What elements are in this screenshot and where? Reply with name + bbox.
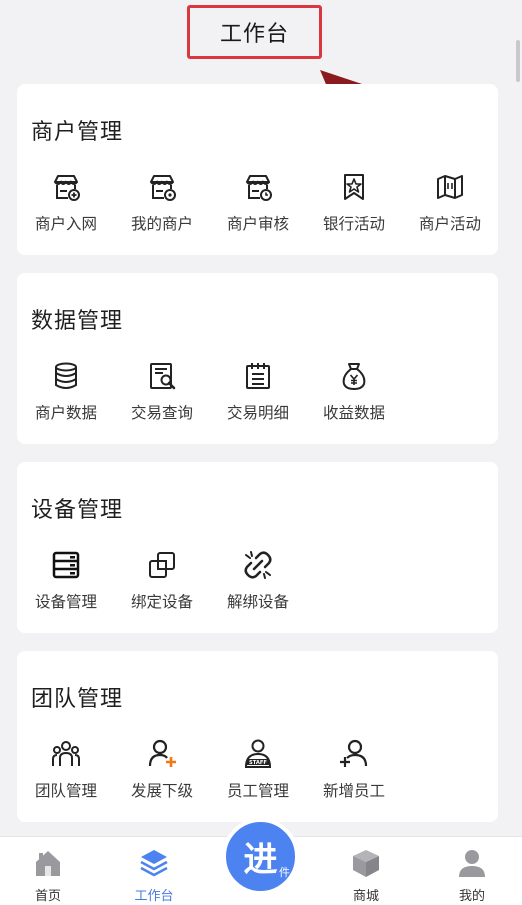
item-label: 设备管理 — [34, 593, 97, 611]
staff-icon: STAFF — [244, 739, 272, 768]
item-merchant-activity[interactable]: 商户活动 — [402, 171, 498, 234]
app-root: 工作台 商户管理 商户入网 我的商户 商户审核 银行活动 商户活动 数据管理 商… — [0, 0, 522, 905]
item-label: 新增员工 — [322, 782, 385, 800]
item-label: 商户数据 — [34, 404, 97, 422]
user-icon — [459, 850, 485, 877]
item-label: 团队管理 — [34, 782, 97, 800]
svg-text:STAFF: STAFF — [249, 760, 267, 766]
nav-label: 商城 — [352, 889, 379, 904]
star-flag-icon — [344, 174, 364, 200]
center-button-sub: 件 — [279, 866, 290, 879]
page-title: 工作台 — [219, 22, 289, 47]
center-action-button[interactable]: 进 件 — [222, 818, 299, 895]
scrollbar[interactable] — [516, 40, 520, 82]
user-plus-orange-icon — [148, 739, 176, 767]
item-develop-subordinate[interactable]: 发展下级 — [114, 738, 210, 801]
item-label: 发展下级 — [130, 782, 193, 800]
item-label: 银行活动 — [322, 215, 385, 233]
title-highlight-box: 工作台 — [187, 5, 322, 59]
item-my-merchants[interactable]: 我的商户 — [114, 171, 210, 234]
nav-label: 首页 — [34, 889, 61, 904]
section-data: 数据管理 商户数据 交易查询 交易明细 收益数据 — [17, 273, 498, 444]
item-device-management[interactable]: 设备管理 — [18, 549, 114, 612]
nav-mine[interactable]: 我的 — [424, 837, 520, 905]
item-label: 解绑设备 — [226, 593, 289, 611]
section-device: 设备管理 设备管理 绑定设备 解绑设备 — [17, 462, 498, 633]
section-merchant: 商户管理 商户入网 我的商户 商户审核 银行活动 商户活动 — [17, 84, 498, 255]
section-title: 商户管理 — [31, 120, 124, 145]
item-add-staff[interactable]: 新增员工 — [306, 738, 402, 801]
section-team: 团队管理 团队管理 发展下级 STAFF 员工管理 新增员工 — [17, 651, 498, 822]
item-transaction-query[interactable]: 交易查询 — [114, 360, 210, 423]
page-header: 工作台 — [0, 0, 522, 82]
item-bank-activity[interactable]: 银行活动 — [306, 171, 402, 234]
store-clock-icon — [246, 175, 272, 201]
item-label: 交易明细 — [226, 404, 289, 422]
item-merchant-onboard[interactable]: 商户入网 — [18, 171, 114, 234]
section-title: 设备管理 — [31, 498, 124, 523]
cube-icon — [353, 850, 379, 877]
money-bag-icon — [342, 363, 366, 391]
nav-workbench[interactable]: 工作台 — [106, 837, 202, 905]
section-title: 团队管理 — [31, 687, 124, 712]
nav-mall[interactable]: 商城 — [318, 837, 414, 905]
nav-label: 工作台 — [134, 889, 174, 904]
nav-home[interactable]: 首页 — [0, 837, 96, 905]
item-label: 我的商户 — [130, 215, 193, 233]
center-button-main: 进 — [243, 840, 278, 880]
item-label: 商户入网 — [34, 215, 97, 233]
search-document-icon — [150, 363, 176, 390]
clipboard-list-icon — [246, 363, 270, 389]
store-gear-icon — [150, 175, 176, 201]
item-label: 员工管理 — [226, 782, 289, 800]
team-icon — [52, 741, 80, 766]
item-transaction-detail[interactable]: 交易明细 — [210, 360, 306, 423]
map-icon — [437, 175, 463, 199]
home-icon — [36, 851, 60, 876]
store-add-icon — [54, 175, 80, 201]
database-icon — [55, 362, 77, 389]
item-merchant-review[interactable]: 商户审核 — [210, 171, 306, 234]
item-merchant-data[interactable]: 商户数据 — [18, 360, 114, 423]
layers-icon — [140, 850, 168, 877]
item-staff-management[interactable]: STAFF 员工管理 — [210, 738, 306, 801]
item-label: 交易查询 — [130, 404, 193, 422]
item-label: 商户审核 — [226, 215, 289, 233]
item-label: 收益数据 — [322, 404, 385, 422]
item-label: 绑定设备 — [130, 593, 193, 611]
server-icon — [52, 551, 80, 579]
user-add-icon — [340, 739, 368, 767]
nav-label: 我的 — [458, 889, 485, 904]
item-unbind-device[interactable]: 解绑设备 — [210, 549, 306, 612]
link-squares-icon — [149, 552, 175, 578]
unlink-icon — [244, 551, 272, 579]
section-title: 数据管理 — [31, 309, 124, 334]
item-bind-device[interactable]: 绑定设备 — [114, 549, 210, 612]
item-label: 商户活动 — [418, 215, 481, 233]
item-income-data[interactable]: 收益数据 — [306, 360, 402, 423]
item-team-management[interactable]: 团队管理 — [18, 738, 114, 801]
